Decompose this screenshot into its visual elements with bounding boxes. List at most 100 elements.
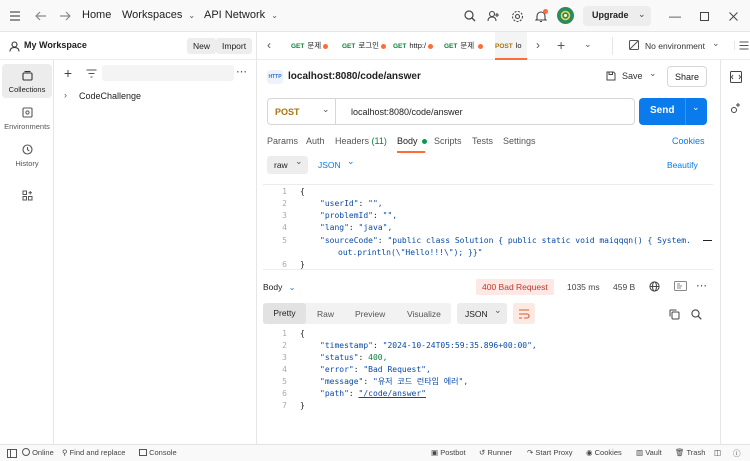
maximize-button[interactable]	[690, 0, 718, 32]
vault-button[interactable]: ▥ Vault	[636, 448, 662, 457]
filter-icon[interactable]	[85, 68, 97, 78]
api-network-menu[interactable]: API Network ⌄	[204, 9, 278, 21]
response-size[interactable]: 459 B	[613, 282, 635, 292]
import-button[interactable]: Import	[216, 38, 253, 54]
request-tab-active[interactable]: POST lo	[495, 32, 527, 60]
rail-item-history[interactable]: History	[2, 138, 52, 172]
copy-icon[interactable]	[668, 308, 680, 320]
request-body-editor[interactable]: 1 { 2 "userId": "", 3 "problemId": "", 4…	[263, 184, 713, 270]
invite-user-icon[interactable]	[486, 9, 500, 23]
console-button[interactable]: Console	[139, 448, 177, 457]
globe-icon[interactable]	[648, 280, 660, 292]
unsaved-dot	[323, 43, 329, 49]
more-options-icon[interactable]: ⋯	[236, 65, 247, 78]
request-tab[interactable]: GET 로그인	[342, 32, 393, 60]
code-line: }	[300, 260, 305, 269]
start-proxy-button[interactable]: ↷ Start Proxy	[527, 448, 572, 457]
find-replace-button[interactable]: ⚲ Find and replace	[62, 448, 125, 457]
more-options-icon[interactable]: ⋯	[696, 279, 707, 292]
new-tab-icon[interactable]: +	[557, 37, 565, 53]
tab-tests[interactable]: Tests	[472, 136, 493, 146]
gear-icon[interactable]	[510, 9, 524, 23]
send-button[interactable]: Send ⌄	[639, 98, 707, 125]
documentation-icon[interactable]	[729, 70, 743, 84]
add-collection-icon[interactable]: +	[62, 65, 74, 81]
wrap-lines-icon[interactable]	[513, 303, 535, 324]
home-link[interactable]: Home	[82, 9, 111, 21]
collection-item[interactable]: › CodeChallenge	[62, 90, 252, 104]
workspace-name[interactable]: My Workspace	[24, 40, 87, 50]
chevron-down-icon[interactable]: ⌄	[638, 9, 646, 20]
close-button[interactable]	[719, 0, 747, 32]
tab-method: POST	[495, 43, 513, 50]
request-tab[interactable]: GET 문제	[291, 32, 342, 60]
new-button[interactable]: New	[187, 38, 217, 54]
layout-toggle-icon[interactable]: ◫	[714, 448, 721, 457]
request-title[interactable]: localhost:8080/code/answer	[288, 71, 421, 82]
runner-button[interactable]: ↺ Runner	[479, 448, 512, 457]
response-time[interactable]: 1035 ms	[567, 282, 600, 292]
chevron-right-icon[interactable]: ›	[536, 38, 540, 52]
menu-icon[interactable]	[8, 10, 22, 22]
bell-icon[interactable]	[534, 9, 548, 23]
chevron-down-icon[interactable]: ⌄	[649, 68, 657, 79]
collection-search-input[interactable]	[102, 65, 234, 81]
back-arrow-icon[interactable]	[34, 10, 48, 22]
workspaces-menu[interactable]: Workspaces ⌄	[122, 9, 195, 21]
save-example-icon[interactable]	[673, 280, 687, 292]
help-icon[interactable]: ⓘ	[733, 448, 741, 459]
search-icon[interactable]	[690, 308, 702, 320]
body-mode-select[interactable]: raw ⌄	[267, 156, 308, 174]
unsaved-dot	[478, 43, 484, 49]
related-collections-icon[interactable]	[729, 101, 743, 115]
status-badge[interactable]: 400 Bad Request	[476, 279, 554, 295]
url-input[interactable]: localhost:8080/code/answer	[335, 98, 635, 125]
tab-label: 문제	[460, 41, 477, 50]
json-link-value[interactable]: "/code/answer"	[359, 389, 426, 398]
json-value: "",	[368, 199, 383, 208]
rail-item-environments[interactable]: Environments	[2, 101, 52, 135]
trash-button[interactable]: 🗑 Trash	[675, 448, 705, 457]
search-icon[interactable]	[463, 9, 477, 23]
request-tab[interactable]: GET 문제	[444, 32, 495, 60]
rail-item-collections[interactable]: Collections	[2, 64, 52, 98]
text-cursor	[703, 240, 712, 241]
method-select[interactable]: POST ⌄	[267, 98, 335, 125]
view-raw[interactable]: Raw	[317, 309, 334, 319]
tabs-dropdown-icon[interactable]: ⌄	[584, 39, 592, 50]
environment-quick-look-icon[interactable]	[734, 41, 749, 50]
minimize-button[interactable]: —	[661, 0, 689, 32]
sidebar-toggle-icon[interactable]	[6, 448, 17, 458]
request-tab[interactable]: GET http:/	[393, 32, 444, 60]
view-pretty[interactable]: Pretty	[263, 303, 306, 324]
online-status[interactable]: Online	[22, 448, 54, 457]
response-body-viewer[interactable]: 1 { 2 "timestamp": "2024-10-24T05:59:35.…	[263, 327, 713, 417]
left-rail: Collections Environments History	[0, 60, 54, 444]
response-body-toggle[interactable]: Body ⌄	[263, 282, 295, 292]
save-button[interactable]: Save ⌄	[603, 68, 659, 86]
view-preview[interactable]: Preview	[355, 309, 385, 319]
cookies-link[interactable]: Cookies	[672, 136, 705, 146]
avatar[interactable]	[557, 7, 574, 24]
body-format-select[interactable]: JSON ⌄	[318, 156, 364, 174]
upgrade-button[interactable]: Upgrade ⌄	[583, 6, 651, 26]
response-format-select[interactable]: JSON ⌄	[457, 303, 507, 324]
view-visualize[interactable]: Visualize	[407, 309, 441, 319]
tab-params[interactable]: Params	[267, 136, 298, 146]
rail-item-configure[interactable]	[2, 184, 52, 218]
tab-scripts[interactable]: Scripts	[434, 136, 462, 146]
chevron-down-icon: ⌄	[712, 38, 720, 48]
tab-body[interactable]: Body	[397, 136, 428, 146]
postbot-button[interactable]: ▣ Postbot	[431, 448, 466, 457]
workspaces-label: Workspaces	[122, 9, 183, 21]
environment-selector[interactable]: No environment ⌄	[612, 37, 722, 55]
cookies-button[interactable]: ◉ Cookies	[586, 448, 622, 457]
forward-arrow-icon[interactable]	[58, 10, 72, 22]
share-button[interactable]: Share	[667, 66, 707, 87]
tab-auth[interactable]: Auth	[306, 136, 325, 146]
tab-settings[interactable]: Settings	[503, 136, 536, 146]
chevron-down-icon[interactable]: ⌄	[692, 102, 700, 113]
beautify-link[interactable]: Beautify	[667, 160, 698, 170]
tab-headers[interactable]: Headers (11)	[335, 136, 387, 146]
chevron-left-icon[interactable]: ‹	[267, 38, 271, 52]
